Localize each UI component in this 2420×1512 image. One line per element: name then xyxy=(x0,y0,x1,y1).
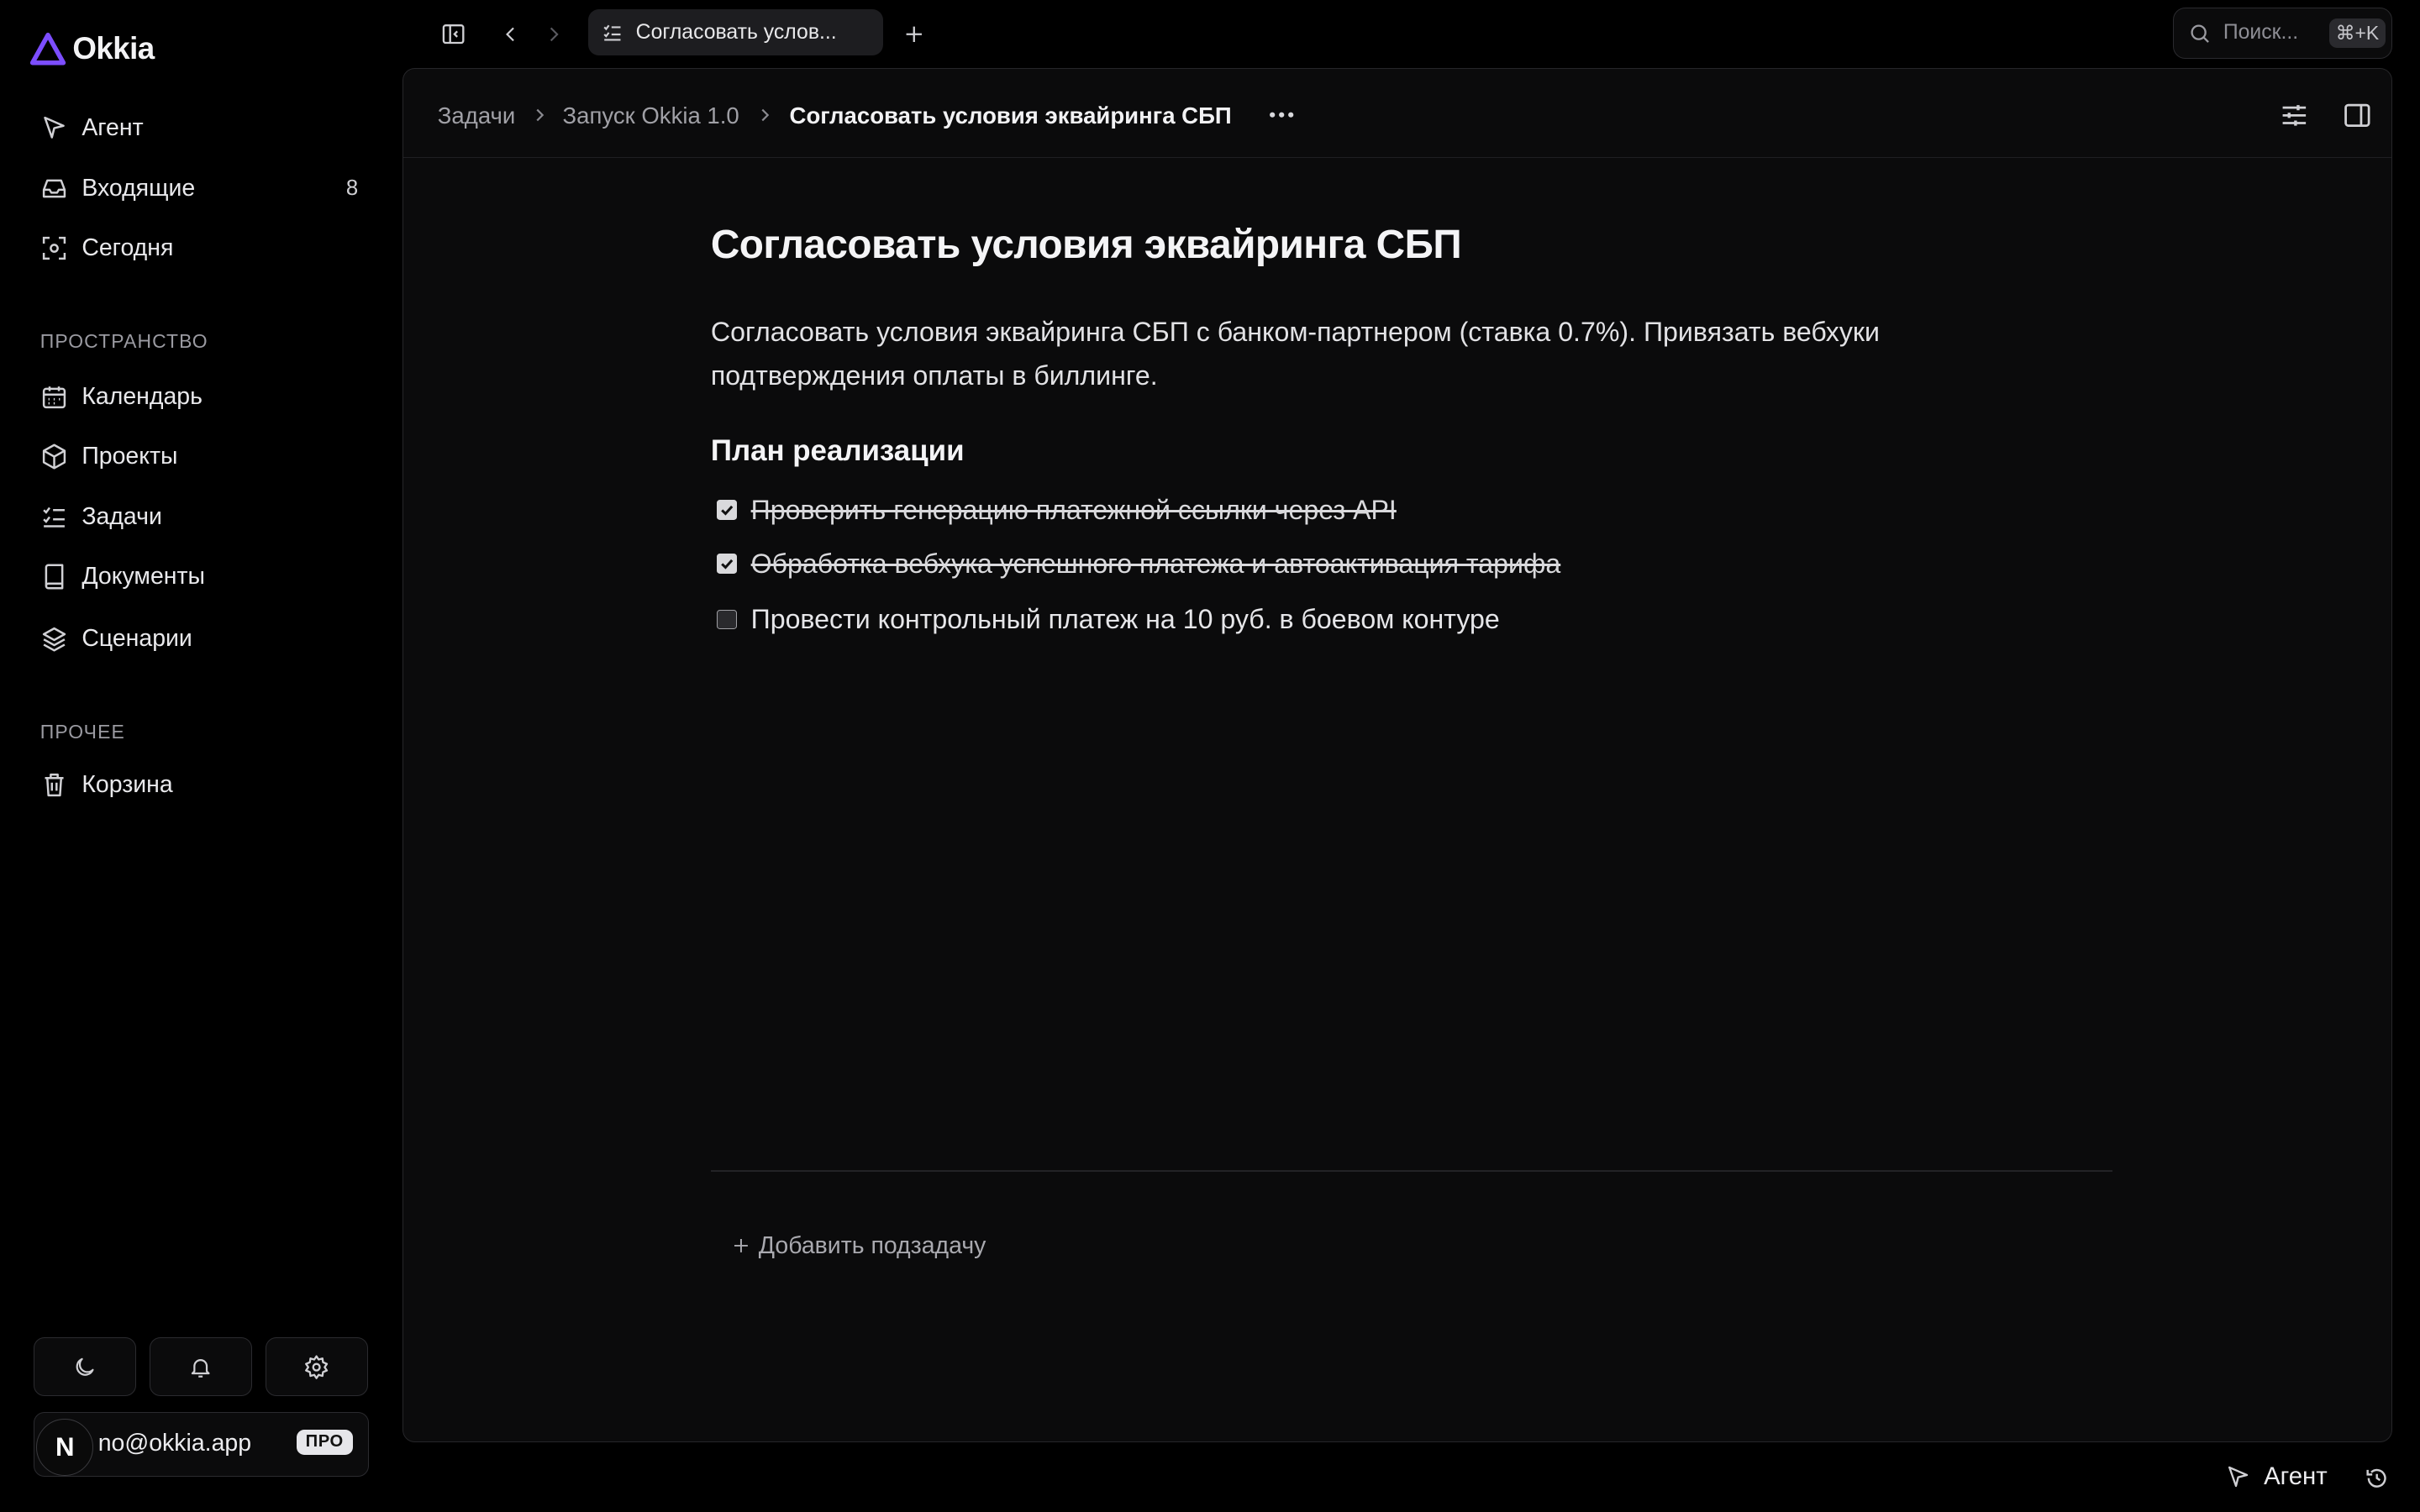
back-button[interactable] xyxy=(496,18,527,50)
sidebar-item-today[interactable]: Сегодня xyxy=(40,227,367,270)
checklist-item: Обработка вебхука успешного платежа и ав… xyxy=(717,544,1560,585)
sidebar-item-trash[interactable]: Корзина xyxy=(40,764,367,806)
tab-current-task[interactable]: Согласовать услов... xyxy=(587,9,883,56)
settings-button[interactable] xyxy=(266,1337,368,1397)
plan-badge: ПРО xyxy=(296,1429,353,1456)
sidebar-item-label: Календарь xyxy=(82,382,203,410)
sidebar-item-label: Задачи xyxy=(82,502,162,530)
agent-button[interactable]: Агент xyxy=(2225,1462,2328,1491)
search-input[interactable] xyxy=(2223,21,2317,45)
logo-icon xyxy=(29,32,66,66)
sidebar-item-label: Сегодня xyxy=(82,234,174,262)
plan-heading: План реализации xyxy=(710,434,965,468)
task-title[interactable]: Согласовать условия эквайринга СБП xyxy=(711,222,1462,268)
history-icon[interactable] xyxy=(2365,1466,2389,1490)
top-bar: Согласовать услов... ⌘+K xyxy=(398,0,2420,68)
task-description[interactable]: Согласовать условия эквайринга СБП с бан… xyxy=(711,311,1991,397)
search-box[interactable]: ⌘+K xyxy=(2173,8,2392,59)
properties-sliders-icon[interactable] xyxy=(2279,100,2310,131)
checklist-icon xyxy=(603,24,621,41)
theme-toggle-button[interactable] xyxy=(34,1337,136,1397)
sidebar-item-label: Корзина xyxy=(82,771,173,799)
user-email: no@okkia.app xyxy=(97,1429,252,1457)
sidebar-item-inbox[interactable]: Входящие 8 xyxy=(40,166,367,209)
divider xyxy=(710,1170,2112,1173)
checkmark-icon xyxy=(721,505,734,516)
calendar-icon xyxy=(42,386,66,408)
cursor-icon xyxy=(2228,1466,2249,1487)
sidebar-item-label: Агент xyxy=(82,113,144,141)
sidebar-item-documents[interactable]: Документы xyxy=(40,555,367,598)
breadcrumb-item-tasks[interactable]: Задачи xyxy=(438,102,516,129)
checklist-item-text[interactable]: Провести контрольный платеж на 10 руб. в… xyxy=(751,604,1500,635)
sidebar-item-calendar[interactable]: Календарь xyxy=(40,375,367,417)
agent-button-label: Агент xyxy=(2264,1462,2328,1491)
checklist-item-text[interactable]: Проверить генерацию платежной ссылки чер… xyxy=(751,495,1397,526)
checkbox-checked[interactable] xyxy=(717,500,738,521)
box-icon xyxy=(42,444,66,470)
sidebar-item-tasks[interactable]: Задачи xyxy=(40,496,367,538)
checklist-item-text[interactable]: Обработка вебхука успешного платежа и ав… xyxy=(751,549,1561,580)
toggle-sidebar-button[interactable] xyxy=(439,18,470,50)
checkbox-unchecked[interactable] xyxy=(717,609,738,630)
forward-button[interactable] xyxy=(539,18,570,50)
section-label-other: ПРОЧЕЕ xyxy=(39,720,125,743)
focus-icon xyxy=(42,237,66,260)
book-icon xyxy=(45,564,64,590)
bell-icon xyxy=(192,1358,210,1378)
sidebar-item-label: Входящие xyxy=(82,174,196,202)
trash-icon xyxy=(45,774,64,797)
chevron-left-icon xyxy=(506,27,514,41)
moon-icon xyxy=(76,1357,94,1376)
user-account-card[interactable]: no@okkia.app N ПРО xyxy=(34,1411,370,1477)
inbox-icon xyxy=(42,179,66,197)
plus-icon xyxy=(906,26,922,42)
search-icon xyxy=(2191,24,2209,43)
chevron-right-icon xyxy=(536,108,544,122)
sidebar-toggle-icon xyxy=(443,24,465,44)
checklist-item: Провести контрольный платеж на 10 руб. в… xyxy=(717,600,1500,640)
more-options-icon[interactable] xyxy=(1265,102,1298,127)
checkbox-checked[interactable] xyxy=(717,554,738,575)
chevron-right-icon xyxy=(550,27,560,41)
new-tab-button[interactable] xyxy=(898,18,929,50)
checkmark-icon xyxy=(721,559,734,570)
app-logo[interactable]: Okkia xyxy=(29,31,155,66)
plus-icon xyxy=(734,1239,748,1253)
inbox-count-badge: 8 xyxy=(345,176,359,200)
checklist-item: Проверить генерацию платежной ссылки чер… xyxy=(717,490,1397,530)
breadcrumb: Задачи Запуск Okkia 1.0 Согласовать усло… xyxy=(403,69,2391,158)
sidebar-item-label: Сценарии xyxy=(82,624,192,652)
breadcrumb-item-project[interactable]: Запуск Okkia 1.0 xyxy=(563,102,739,129)
add-subtask-button[interactable]: Добавить подзадачу xyxy=(731,1232,986,1260)
sidebar-item-projects[interactable]: Проекты xyxy=(40,435,367,478)
avatar[interactable]: N xyxy=(36,1418,94,1477)
breadcrumb-current: Согласовать условия эквайринга СБП xyxy=(789,102,1232,129)
notifications-button[interactable] xyxy=(150,1337,252,1397)
app-name: Okkia xyxy=(72,30,155,66)
checklist-icon xyxy=(43,507,65,528)
sidebar-item-label: Проекты xyxy=(82,443,178,470)
sidebar-item-agent[interactable]: Агент xyxy=(40,107,367,150)
sidebar-footer-buttons xyxy=(34,1337,368,1397)
right-panel-toggle-icon[interactable] xyxy=(2342,100,2373,131)
sidebar-item-scenarios[interactable]: Сценарии xyxy=(40,617,367,660)
sidebar: Okkia Агент Входящие 8 Сегодня ПРОСТРАНС… xyxy=(0,0,398,1512)
section-label-space: ПРОСТРАНСТВО xyxy=(39,330,208,353)
cursor-icon xyxy=(44,116,65,139)
sidebar-item-label: Документы xyxy=(82,563,205,591)
layers-icon xyxy=(42,627,66,652)
task-panel: Задачи Запуск Okkia 1.0 Согласовать усло… xyxy=(402,67,2392,1443)
search-shortcut-hint: ⌘+K xyxy=(2329,18,2386,48)
tab-title: Согласовать услов... xyxy=(635,20,837,44)
chevron-right-icon xyxy=(761,108,770,122)
add-subtask-label: Добавить подзадачу xyxy=(758,1231,986,1259)
gear-icon xyxy=(305,1355,329,1379)
